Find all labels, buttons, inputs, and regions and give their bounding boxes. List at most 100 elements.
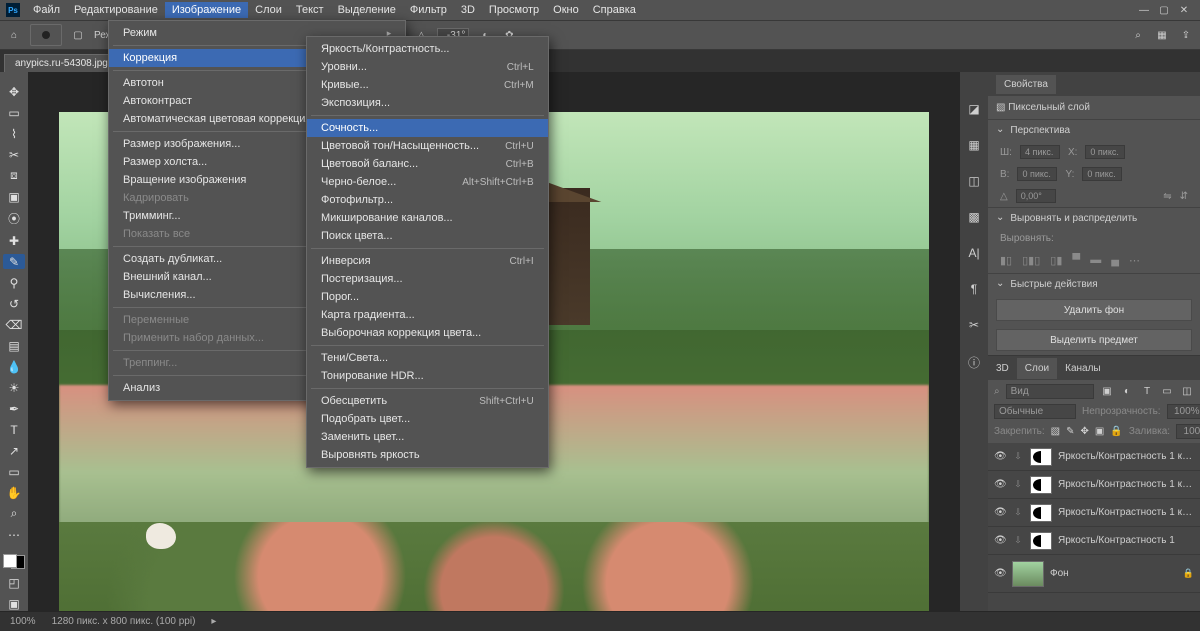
layer-name[interactable]: Яркость/Контрастность 1 копия 3: [1058, 451, 1194, 462]
brush-panel-icon[interactable]: ▢: [70, 27, 86, 43]
brush-preset-dropdown[interactable]: [30, 24, 62, 46]
layer-row[interactable]: 👁⇩Яркость/Контрастность 1 копия 2: [988, 471, 1200, 499]
move-tool-icon[interactable]: ✥: [3, 84, 25, 99]
dodge-tool-icon[interactable]: ☀: [3, 380, 25, 395]
menu-entry[interactable]: ОбесцветитьShift+Ctrl+U: [307, 392, 548, 410]
adjustments-panel-icon[interactable]: ✂: [969, 318, 979, 332]
align-left-icon[interactable]: ▮▯: [1000, 254, 1012, 267]
layer-name[interactable]: Фон: [1050, 568, 1177, 579]
menu-entry[interactable]: Сочность...: [307, 119, 548, 137]
menu-item[interactable]: Выделение: [331, 2, 403, 18]
y-value[interactable]: 0 пикс.: [1082, 167, 1122, 181]
align-section[interactable]: Выровнять и распределить: [988, 207, 1200, 229]
frame-tool-icon[interactable]: ▣: [3, 189, 25, 204]
menu-entry[interactable]: Тени/Света...: [307, 349, 548, 367]
info-panel-icon[interactable]: ⓘ: [968, 354, 980, 371]
menu-item[interactable]: Фильтр: [403, 2, 454, 18]
menu-entry[interactable]: Поиск цвета...: [307, 227, 548, 245]
menu-entry[interactable]: Черно-белое...Alt+Shift+Ctrl+B: [307, 173, 548, 191]
align-vcenter-icon[interactable]: ▬: [1090, 254, 1101, 267]
align-top-icon[interactable]: ▀: [1072, 254, 1080, 267]
layers-tab[interactable]: Слои: [1017, 358, 1057, 379]
eyedropper-tool-icon[interactable]: ⦿: [3, 210, 25, 227]
layer-kind-select[interactable]: Вид: [1006, 384, 1094, 399]
paragraph-panel-icon[interactable]: ¶: [971, 282, 977, 296]
menu-entry[interactable]: Выборочная коррекция цвета...: [307, 324, 548, 342]
menu-item[interactable]: Просмотр: [482, 2, 546, 18]
hand-tool-icon[interactable]: ✋: [3, 485, 25, 500]
filter-img-icon[interactable]: ▣: [1100, 385, 1114, 399]
menu-item[interactable]: Слои: [248, 2, 289, 18]
blend-mode-select[interactable]: Обычные: [994, 404, 1076, 419]
layers-tab[interactable]: 3D: [988, 358, 1017, 379]
lock-artboard-icon[interactable]: ✥: [1081, 425, 1089, 439]
menu-entry[interactable]: Карта градиента...: [307, 306, 548, 324]
w-value[interactable]: 4 пикс.: [1020, 145, 1060, 159]
remove-bg-button[interactable]: Удалить фон: [996, 299, 1192, 321]
blur-tool-icon[interactable]: 💧: [3, 359, 25, 374]
window-maximize-icon[interactable]: ▢: [1154, 5, 1174, 16]
menu-entry[interactable]: ИнверсияCtrl+I: [307, 252, 548, 270]
menu-entry[interactable]: Цветовой тон/Насыщенность...Ctrl+U: [307, 137, 548, 155]
heal-tool-icon[interactable]: ✚: [3, 233, 25, 248]
filter-shape-icon[interactable]: ▭: [1160, 385, 1174, 399]
menu-entry[interactable]: Микширование каналов...: [307, 209, 548, 227]
lock-all-icon[interactable]: 🔒: [1110, 425, 1122, 439]
color-swatch[interactable]: [3, 554, 25, 569]
more-align-icon[interactable]: ⋯: [1129, 254, 1140, 267]
menu-entry[interactable]: Заменить цвет...: [307, 428, 548, 446]
patterns-panel-icon[interactable]: ▩: [968, 210, 979, 224]
filter-type-icon[interactable]: T: [1140, 385, 1154, 399]
gradient-tool-icon[interactable]: ▤: [3, 338, 25, 353]
select-subject-button[interactable]: Выделить предмет: [996, 329, 1192, 351]
gradients-panel-icon[interactable]: ◫: [968, 174, 979, 188]
menu-item[interactable]: Файл: [26, 2, 67, 18]
visibility-icon[interactable]: 👁: [994, 568, 1006, 579]
layer-thumb[interactable]: [1030, 476, 1052, 494]
layer-fill-value[interactable]: 100%: [1176, 424, 1200, 439]
menu-entry[interactable]: Подобрать цвет...: [307, 410, 548, 428]
menu-item[interactable]: Изображение: [165, 2, 248, 18]
menu-entry[interactable]: Уровни...Ctrl+L: [307, 58, 548, 76]
lock-pixels-icon[interactable]: ▧: [1051, 425, 1060, 439]
search-icon[interactable]: ⌕: [1130, 27, 1146, 43]
filter-adj-icon[interactable]: ◐: [1120, 385, 1134, 399]
zoom-level[interactable]: 100%: [10, 616, 36, 627]
menu-entry[interactable]: Яркость/Контрастность...: [307, 40, 548, 58]
flip-h-icon[interactable]: ⇋: [1163, 191, 1171, 202]
window-minimize-icon[interactable]: —: [1134, 5, 1154, 16]
menu-entry[interactable]: Выровнять яркость: [307, 446, 548, 464]
foreground-color[interactable]: [3, 554, 17, 568]
menu-entry[interactable]: Постеризация...: [307, 270, 548, 288]
path-tool-icon[interactable]: ↗: [3, 443, 25, 458]
window-close-icon[interactable]: ✕: [1174, 5, 1194, 16]
layer-thumb[interactable]: [1030, 448, 1052, 466]
lock-nest-icon[interactable]: ▣: [1095, 425, 1104, 439]
align-bottom-icon[interactable]: ▄: [1111, 254, 1119, 267]
selection-tool-icon[interactable]: ✂: [3, 147, 25, 162]
workspace-icon[interactable]: ▦: [1154, 27, 1170, 43]
crop-tool-icon[interactable]: ⧈: [3, 168, 25, 183]
brush-tool-icon[interactable]: ✎: [3, 254, 25, 269]
menu-entry[interactable]: Экспозиция...: [307, 94, 548, 112]
menu-item[interactable]: 3D: [454, 2, 482, 18]
stamp-tool-icon[interactable]: ⚲: [3, 275, 25, 290]
character-panel-icon[interactable]: A|: [968, 246, 979, 260]
color-panel-icon[interactable]: ◪: [968, 102, 979, 116]
align-right-icon[interactable]: ▯▮: [1050, 254, 1062, 267]
lasso-tool-icon[interactable]: ⌇: [3, 126, 25, 141]
flip-v-icon[interactable]: ⇵: [1180, 191, 1188, 202]
layer-row[interactable]: 👁⇩Яркость/Контрастность 1 копия: [988, 499, 1200, 527]
menu-entry[interactable]: Тонирование HDR...: [307, 367, 548, 385]
swatches-panel-icon[interactable]: ▦: [968, 138, 979, 152]
share-icon[interactable]: ⇪: [1178, 27, 1194, 43]
marquee-tool-icon[interactable]: ▭: [3, 105, 25, 120]
lock-position-icon[interactable]: ✎: [1066, 425, 1074, 439]
zoom-tool-icon[interactable]: ⌕: [3, 506, 25, 521]
h-value[interactable]: 0 пикс.: [1017, 167, 1057, 181]
perspective-section[interactable]: Перспектива: [988, 119, 1200, 141]
layer-thumb[interactable]: [1030, 532, 1052, 550]
layer-row[interactable]: 👁⇩Яркость/Контрастность 1: [988, 527, 1200, 555]
home-icon[interactable]: ⌂: [6, 27, 22, 43]
layer-opacity-value[interactable]: 100%: [1167, 404, 1200, 419]
